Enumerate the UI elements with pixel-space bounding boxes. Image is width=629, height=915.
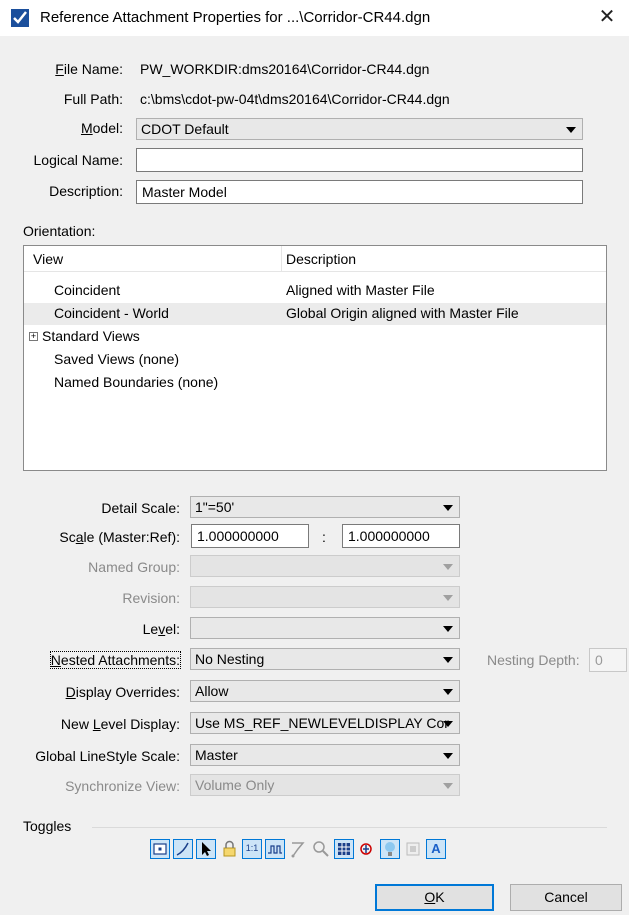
revision-dropdown <box>190 586 460 608</box>
detail-scale-value: 1"=50' <box>195 499 235 515</box>
chevron-down-icon <box>443 595 453 601</box>
logical-name-input[interactable] <box>136 148 583 172</box>
list-item-view: Named Boundaries (none) <box>54 374 219 390</box>
list-item[interactable]: Named Boundaries (none) <box>24 372 606 394</box>
snap-toggle-icon[interactable] <box>173 839 193 859</box>
nested-attachments-label: Nested Attachments: <box>49 651 182 669</box>
nested-attachments-dropdown[interactable]: No Nesting <box>190 648 460 670</box>
scale-master-input[interactable]: 1.000000000 <box>191 524 309 548</box>
full-path-value: c:\bms\cdot-pw-04t\dms20164\Corridor-CR4… <box>140 91 450 107</box>
chevron-down-icon <box>443 626 453 632</box>
list-item-view: Coincident - World <box>54 305 169 321</box>
chevron-down-icon <box>443 753 453 759</box>
use-lights-toggle-icon[interactable] <box>357 839 377 859</box>
chevron-down-icon <box>443 657 453 663</box>
level-label: Level: <box>142 621 180 637</box>
locate-toggle-icon[interactable] <box>196 839 216 859</box>
list-item-view: Standard Views <box>42 328 140 344</box>
global-linestyle-value: Master <box>195 747 238 763</box>
synchronize-view-dropdown: Volume Only <box>190 774 460 796</box>
scale-label: Scale (Master:Ref): <box>59 529 180 545</box>
new-level-display-value: Use MS_REF_NEWLEVELDISPLAY Cor <box>195 715 449 731</box>
global-linestyle-label: Global LineStyle Scale: <box>35 748 180 764</box>
list-item[interactable]: Coincident Aligned with Master File <box>24 280 606 302</box>
list-item[interactable]: Saved Views (none) <box>24 349 606 371</box>
synchronize-view-label: Synchronize View: <box>65 778 180 794</box>
logical-name-label: Logical Name: <box>33 152 124 168</box>
chevron-down-icon <box>566 127 576 133</box>
detail-scale-label: Detail Scale: <box>101 500 180 516</box>
true-scale-toggle-icon[interactable]: 1:1 <box>242 839 262 859</box>
detail-scale-dropdown[interactable]: 1"=50' <box>190 496 460 518</box>
column-header-description[interactable]: Description <box>286 251 356 267</box>
named-group-dropdown <box>190 555 460 577</box>
cancel-button[interactable]: Cancel <box>510 884 622 911</box>
nesting-depth-input: 0 <box>589 648 627 672</box>
new-level-display-label: New Level Display: <box>60 716 180 732</box>
title-bar: Reference Attachment Properties for ...\… <box>0 0 629 36</box>
full-path-label: Full Path: <box>63 91 123 107</box>
display-overrides-dropdown[interactable]: Allow <box>190 680 460 702</box>
orientation-label: Orientation: <box>23 223 96 239</box>
nested-attachments-value: No Nesting <box>195 651 265 667</box>
expand-plus-icon[interactable]: + <box>29 332 38 341</box>
column-divider[interactable] <box>281 246 282 272</box>
light-bulb-toggle-icon[interactable] <box>380 839 400 859</box>
disabled-toggle-icon[interactable] <box>403 839 423 859</box>
display-raster-toggle-icon[interactable] <box>334 839 354 859</box>
app-icon <box>11 9 29 27</box>
global-linestyle-dropdown[interactable]: Master <box>190 744 460 766</box>
model-dropdown[interactable]: CDOT Default <box>136 118 583 140</box>
display-overrides-value: Allow <box>195 683 229 699</box>
display-toggle-icon[interactable] <box>150 839 170 859</box>
toggles-label: Toggles <box>23 818 72 834</box>
list-item-description: Global Origin aligned with Master File <box>286 305 519 321</box>
model-value: CDOT Default <box>141 121 229 137</box>
chevron-down-icon <box>443 564 453 570</box>
reference-attachment-dialog: Reference Attachment Properties for ...\… <box>0 0 629 915</box>
list-item[interactable]: + Standard Views <box>24 326 606 348</box>
scale-ref-input[interactable]: 1.000000000 <box>342 524 460 548</box>
lock-toggle-icon[interactable] <box>219 839 239 859</box>
new-level-display-dropdown[interactable]: Use MS_REF_NEWLEVELDISPLAY Cor <box>190 712 460 734</box>
synchronize-view-value: Volume Only <box>195 777 275 793</box>
orientation-list[interactable]: View Description Coincident Aligned with… <box>23 245 607 471</box>
list-item-selected[interactable]: Coincident - World Global Origin aligned… <box>24 303 606 325</box>
column-header-view[interactable]: View <box>33 251 63 267</box>
list-item-view: Saved Views (none) <box>54 351 180 367</box>
display-overrides-label: Display Overrides: <box>65 684 180 700</box>
annotation-scale-toggle-icon[interactable]: A <box>426 839 446 859</box>
chevron-down-icon <box>443 721 453 727</box>
level-dropdown[interactable] <box>190 617 460 639</box>
chevron-down-icon <box>443 505 453 511</box>
scale-colon: : <box>322 529 326 545</box>
file-name-label: File Name: <box>55 61 123 77</box>
scale-line-styles-toggle-icon[interactable] <box>265 839 285 859</box>
description-label: Description: <box>49 183 123 199</box>
close-icon[interactable]: ✕ <box>585 0 629 36</box>
description-input[interactable]: Master Model <box>136 180 583 204</box>
chevron-down-icon <box>443 689 453 695</box>
model-label: Model: <box>80 120 123 136</box>
list-header: View Description <box>24 246 606 272</box>
ignore-warnings-toggle-icon[interactable] <box>311 839 331 859</box>
window-title: Reference Attachment Properties for ...\… <box>40 9 431 26</box>
named-group-label: Named Group: <box>88 559 180 575</box>
nesting-depth-label: Nesting Depth: <box>487 652 580 668</box>
list-item-description: Aligned with Master File <box>286 282 435 298</box>
list-item-view: Coincident <box>54 282 121 298</box>
file-name-value: PW_WORKDIR:dms20164\Corridor-CR44.dgn <box>140 61 430 77</box>
toggles-divider <box>92 827 607 828</box>
ok-button[interactable]: OK <box>375 884 494 911</box>
revision-label: Revision: <box>122 590 180 606</box>
treat-as-element-toggle-icon[interactable] <box>288 839 308 859</box>
chevron-down-icon <box>443 783 453 789</box>
